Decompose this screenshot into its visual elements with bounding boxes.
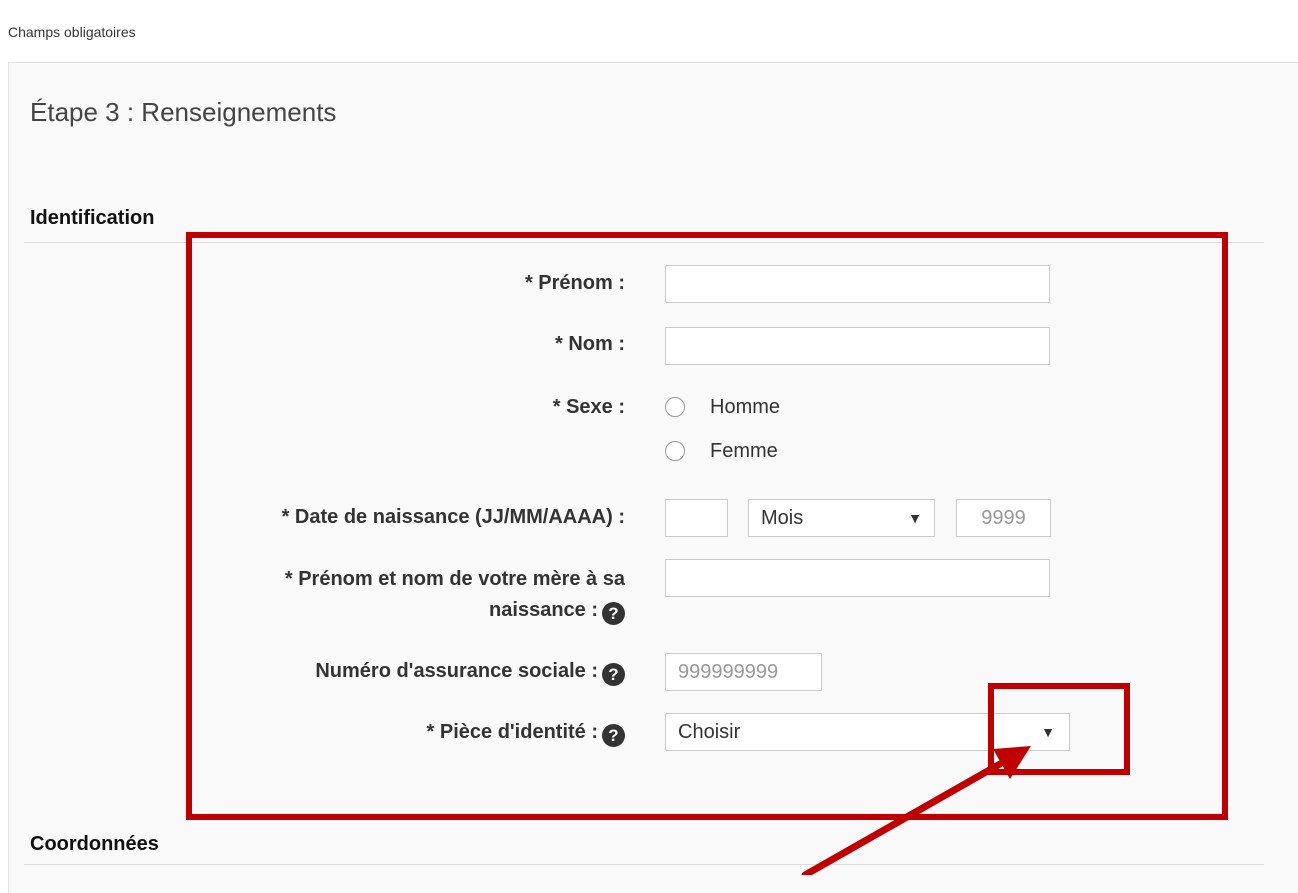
arrow-icon [801, 746, 1031, 875]
annotation-arrow-shaft [801, 760, 1004, 875]
